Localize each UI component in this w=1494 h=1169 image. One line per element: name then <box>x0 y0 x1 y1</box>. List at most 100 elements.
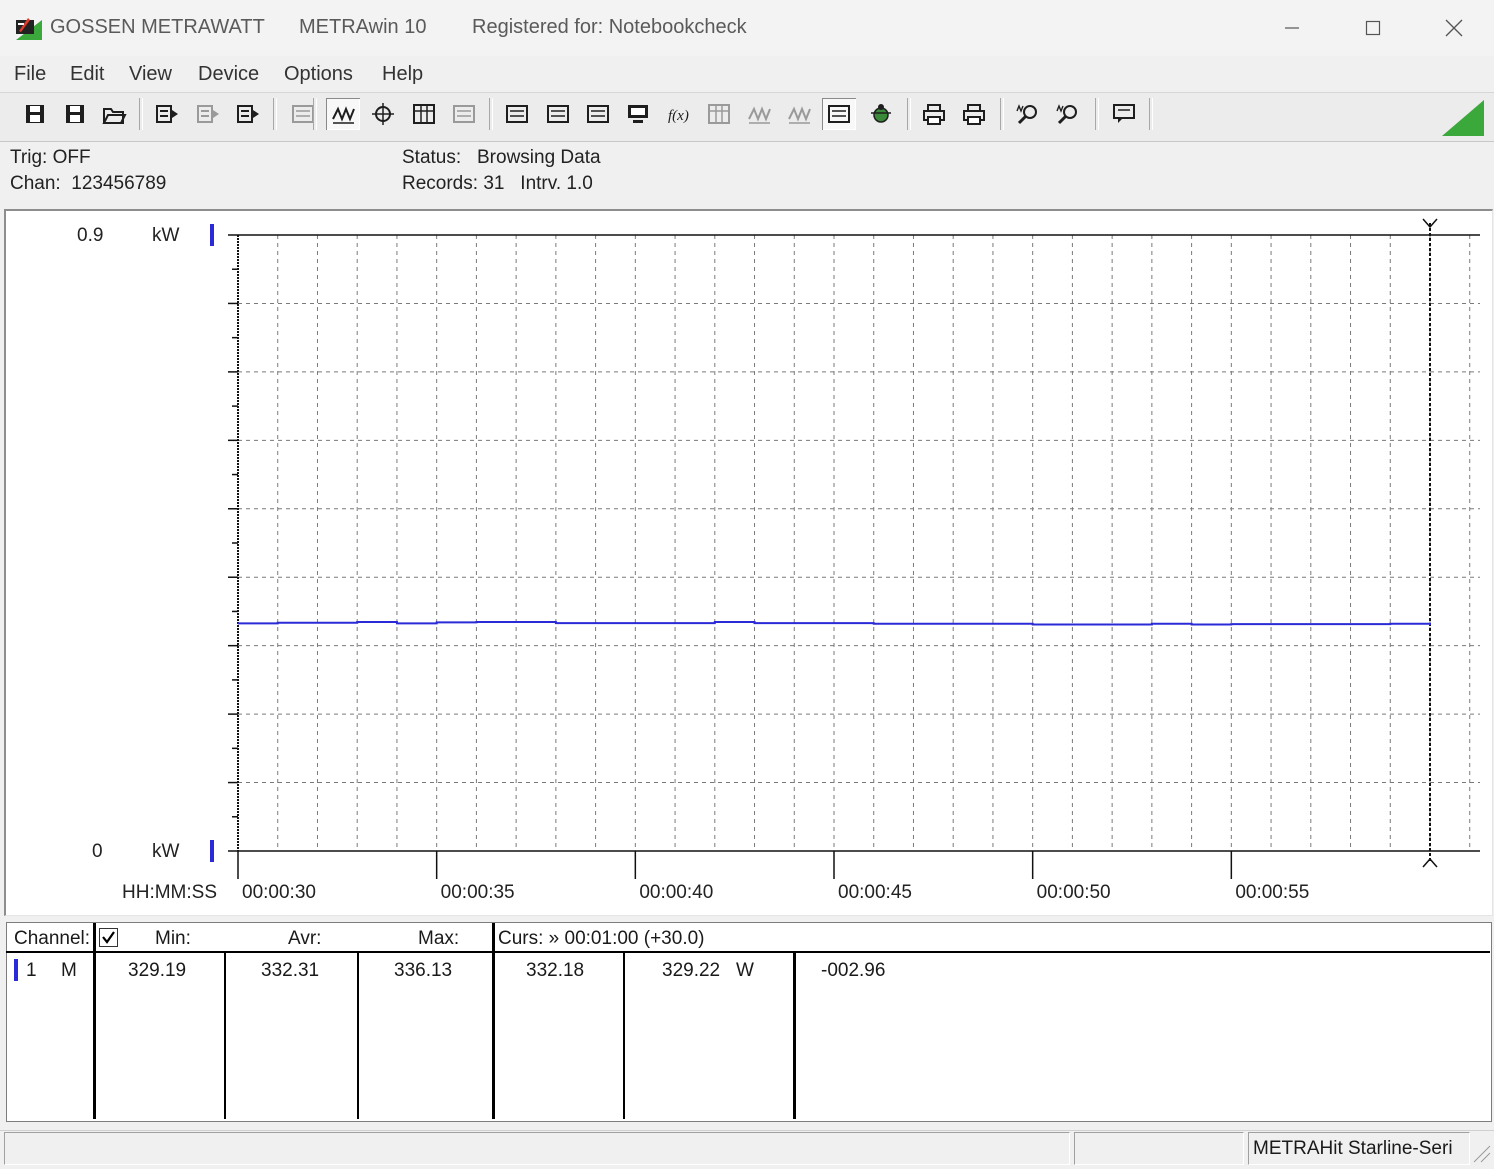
bar-view-button[interactable] <box>447 98 481 130</box>
noise-button[interactable] <box>782 98 816 130</box>
data-point <box>753 622 756 624</box>
waveform-icon <box>748 106 771 124</box>
data-point <box>475 621 477 623</box>
data-point <box>1349 623 1352 625</box>
yt-mode-button[interactable] <box>326 98 360 130</box>
menu-device[interactable]: Device <box>198 60 259 88</box>
toolbar-separator <box>313 98 317 130</box>
zoom-in-icon <box>1016 104 1037 125</box>
save-as-button[interactable] <box>58 98 92 130</box>
channel-color-marker <box>14 959 18 981</box>
open-button[interactable] <box>97 98 131 130</box>
header-channel: Channel: <box>14 928 91 949</box>
data-point <box>1270 623 1272 625</box>
print-preview-button[interactable] <box>957 98 991 130</box>
record-disabled-button[interactable] <box>191 98 225 130</box>
data-point <box>1032 623 1034 626</box>
menu-help[interactable]: Help <box>382 60 423 88</box>
comment-icon <box>1113 104 1135 123</box>
zoom-in-button[interactable] <box>1011 98 1045 130</box>
x-tick-label: 00:00:55 <box>1235 882 1310 903</box>
resize-grip-icon[interactable] <box>1470 1142 1492 1164</box>
status-label: Status: <box>402 147 462 168</box>
scale-button[interactable] <box>581 98 615 130</box>
monitor-icon <box>628 105 648 123</box>
data-point <box>873 623 875 625</box>
stop-record-icon <box>237 105 259 123</box>
minimize-button[interactable] <box>1252 0 1332 56</box>
data-point <box>595 622 597 624</box>
row-max: 336.13 <box>394 960 453 981</box>
row-value2: 329.22 <box>662 960 721 981</box>
toolbar-separator <box>489 98 493 130</box>
data-point <box>952 623 954 625</box>
statusbar-panel-main <box>4 1132 1070 1165</box>
monitor-button[interactable] <box>621 98 655 130</box>
y-max-unit: kW <box>152 225 180 246</box>
col-divider <box>492 923 495 1119</box>
save-as-icon <box>66 105 84 123</box>
yt-mode-icon <box>332 106 355 124</box>
formula-icon: f(x) <box>668 108 689 124</box>
table-view-icon <box>413 104 435 124</box>
col-divider <box>793 952 796 1119</box>
toolbar-separator <box>907 98 911 130</box>
list-button[interactable] <box>702 98 736 130</box>
menu-view[interactable]: View <box>129 60 172 88</box>
registration-text: Registered for: Notebookcheck <box>472 16 747 38</box>
data-point <box>912 623 915 625</box>
toolbar-separator <box>1000 98 1004 130</box>
row-delta: -002.96 <box>821 960 886 981</box>
xy-mode-button[interactable] <box>366 98 400 130</box>
signal-indicator-icon <box>1440 98 1486 138</box>
data-point <box>1151 623 1153 625</box>
header-cursor: Curs: » 00:01:00 (+30.0) <box>498 928 705 949</box>
y-max-label: 0.9 <box>77 225 104 246</box>
chart-panel[interactable] <box>4 209 1493 916</box>
header-max: Max: <box>418 928 460 949</box>
record-button[interactable] <box>150 98 184 130</box>
list-icon <box>708 104 730 124</box>
copy-data-button[interactable] <box>822 98 856 130</box>
scale-icon <box>587 105 609 123</box>
trig-status: Trig: OFF <box>10 147 91 169</box>
table-view-button[interactable] <box>407 98 441 130</box>
table-header-divider <box>6 951 1490 953</box>
zoom-out-icon <box>1056 104 1077 125</box>
stop-record-button[interactable] <box>231 98 265 130</box>
toolbar-separator <box>139 98 143 130</box>
close-button[interactable] <box>1414 0 1494 56</box>
menu-edit[interactable]: Edit <box>70 60 104 88</box>
xy-mode-icon <box>372 103 394 125</box>
comment-button[interactable] <box>1107 98 1141 130</box>
formula-button[interactable]: f(x) <box>662 98 696 130</box>
app-name: METRAwin 10 <box>299 16 427 38</box>
svg-text:f(x): f(x) <box>668 108 689 124</box>
row-avr: 332.31 <box>261 960 320 981</box>
save-button[interactable] <box>18 98 52 130</box>
menu-file[interactable]: File <box>14 60 46 88</box>
intrv-label: Intrv. <box>520 173 562 194</box>
status-info: Status: Browsing Data <box>402 147 601 169</box>
data-point <box>793 622 795 624</box>
chan-label: Chan: <box>10 173 61 194</box>
export-button[interactable] <box>500 98 534 130</box>
maximize-button[interactable] <box>1333 0 1413 56</box>
records-label: Records: <box>402 173 479 194</box>
waveform-button[interactable] <box>742 98 776 130</box>
print-preview-icon <box>963 104 985 125</box>
menu-options[interactable]: Options <box>284 60 353 88</box>
export-icon <box>506 105 528 123</box>
col-divider <box>224 952 226 1119</box>
bug-button[interactable] <box>864 98 898 130</box>
zoom-out-button[interactable] <box>1051 98 1085 130</box>
data-point <box>396 622 398 625</box>
data-point <box>1111 623 1113 626</box>
channel-checkbox[interactable] <box>99 928 118 947</box>
app-logo-icon <box>14 14 44 42</box>
maximize-icon <box>1365 20 1381 36</box>
import-button[interactable] <box>541 98 575 130</box>
chart-svg[interactable] <box>6 211 1492 915</box>
data-point <box>1071 623 1073 626</box>
print-button[interactable] <box>917 98 951 130</box>
